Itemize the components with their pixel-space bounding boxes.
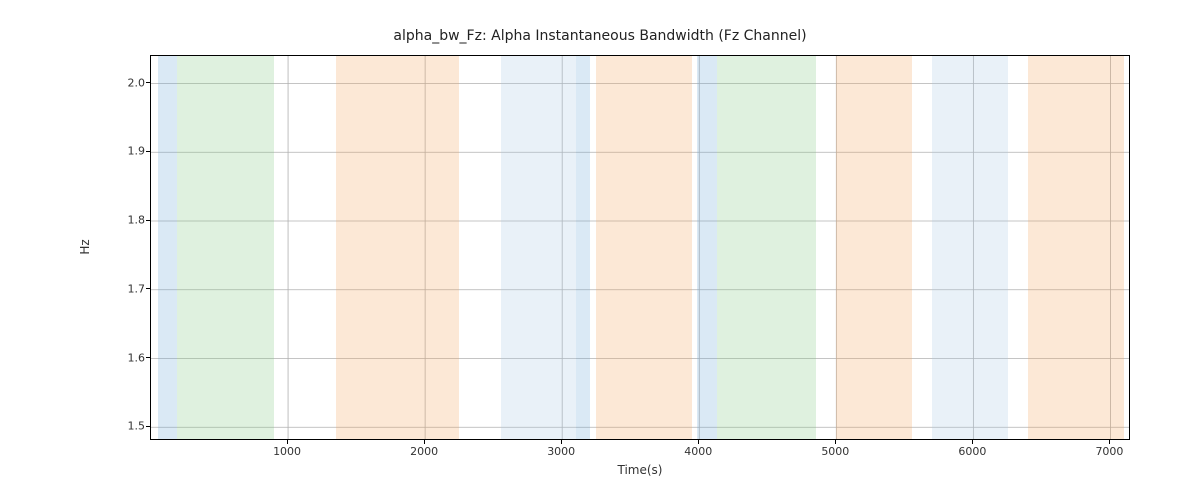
x-tick-label: 5000 — [821, 445, 849, 458]
x-tick-mark — [972, 440, 973, 444]
y-tick-label: 1.9 — [95, 145, 145, 158]
region-blue — [576, 56, 590, 439]
x-tick-mark — [287, 440, 288, 444]
x-tick-label: 7000 — [1095, 445, 1123, 458]
region-blue — [158, 56, 177, 439]
y-tick-label: 1.6 — [95, 351, 145, 364]
y-tick-mark — [146, 151, 150, 152]
region-green — [717, 56, 816, 439]
region-orange — [596, 56, 692, 439]
y-tick-mark — [146, 426, 150, 427]
x-tick-label: 3000 — [547, 445, 575, 458]
y-tick-label: 1.7 — [95, 282, 145, 295]
region-orange — [336, 56, 459, 439]
y-tick-label: 1.8 — [95, 214, 145, 227]
y-tick-mark — [146, 357, 150, 358]
x-tick-mark — [698, 440, 699, 444]
plot-area — [150, 55, 1130, 440]
x-tick-mark — [561, 440, 562, 444]
y-tick-mark — [146, 288, 150, 289]
y-tick-label: 2.0 — [95, 76, 145, 89]
x-tick-label: 4000 — [684, 445, 712, 458]
region-orange — [1028, 56, 1124, 439]
y-axis-label: Hz — [78, 239, 92, 254]
chart-title: alpha_bw_Fz: Alpha Instantaneous Bandwid… — [0, 28, 1200, 44]
x-tick-label: 1000 — [273, 445, 301, 458]
region-blue — [697, 56, 718, 439]
region-orange — [836, 56, 911, 439]
x-tick-mark — [424, 440, 425, 444]
region-green — [177, 56, 274, 439]
y-tick-mark — [146, 220, 150, 221]
x-tick-mark — [835, 440, 836, 444]
region-lblue — [501, 56, 576, 439]
x-tick-label: 2000 — [410, 445, 438, 458]
x-tick-mark — [1109, 440, 1110, 444]
y-tick-mark — [146, 82, 150, 83]
figure: alpha_bw_Fz: Alpha Instantaneous Bandwid… — [0, 0, 1200, 500]
region-lblue — [932, 56, 1007, 439]
x-axis-label: Time(s) — [618, 463, 663, 477]
y-tick-label: 1.5 — [95, 420, 145, 433]
x-tick-label: 6000 — [958, 445, 986, 458]
